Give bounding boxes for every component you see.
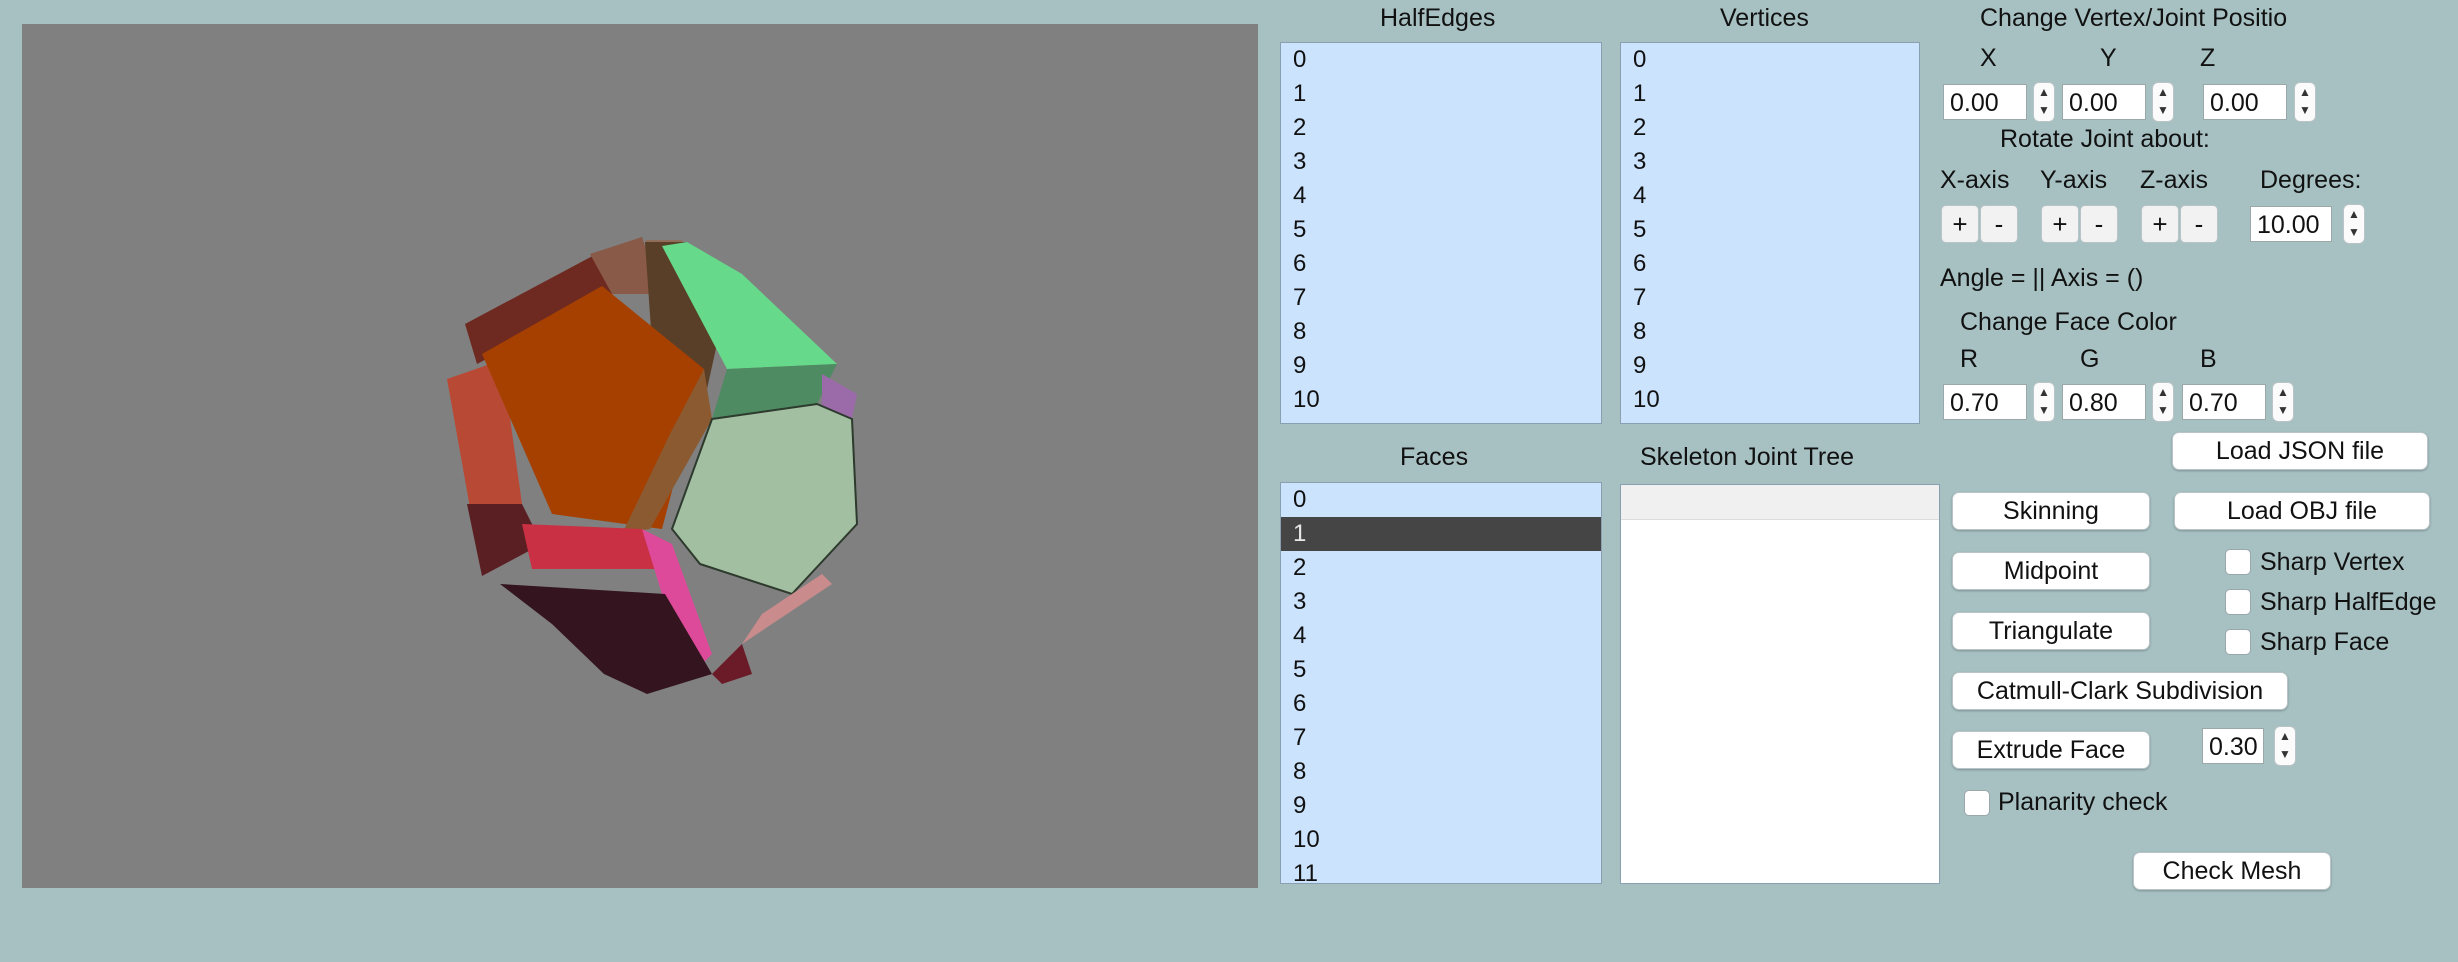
b-value[interactable]: 0.70 (2182, 384, 2266, 420)
mesh-viewport[interactable] (22, 24, 1258, 888)
z-axis-label: Z-axis (2140, 166, 2209, 194)
z-label: Z (2200, 44, 2216, 72)
planarity-check-checkbox[interactable] (1964, 790, 1990, 816)
triangulate-button[interactable]: Triangulate (1952, 612, 2150, 650)
faces-list[interactable]: 0 1 2 3 4 5 6 7 8 9 10 11 (1280, 482, 1602, 884)
sharp-halfedge-checkbox[interactable] (2225, 589, 2251, 615)
y-axis-label: Y-axis (2040, 166, 2108, 194)
degrees-stepper[interactable]: ▲ ▼ (2343, 204, 2365, 244)
faces-list-item[interactable]: 2 (1281, 551, 1601, 585)
vertices-list-item[interactable]: 8 (1621, 315, 1919, 349)
x-label: X (1980, 44, 1997, 72)
faces-list-item[interactable]: 3 (1281, 585, 1601, 619)
faces-title: Faces (1400, 443, 1469, 471)
rotate-x-plus-button[interactable]: + (1941, 205, 1979, 243)
vertices-list-item[interactable]: 2 (1621, 111, 1919, 145)
vertices-list-item[interactable]: 5 (1621, 213, 1919, 247)
halfedges-list[interactable]: 0 1 2 3 4 5 6 7 8 9 10 (1280, 42, 1602, 424)
faces-list-item[interactable]: 11 (1281, 857, 1601, 883)
b-stepper[interactable]: ▲ ▼ (2272, 382, 2294, 422)
halfedges-list-item[interactable]: 5 (1281, 213, 1601, 247)
sharp-vertex-label: Sharp Vertex (2260, 548, 2405, 576)
dodecahedron-mesh (447, 237, 859, 694)
rotate-z-minus-button[interactable]: - (2180, 205, 2218, 243)
planarity-check-clip: Planarity check (1998, 788, 2180, 817)
check-mesh-button[interactable]: Check Mesh (2133, 852, 2331, 890)
faces-list-item[interactable]: 5 (1281, 653, 1601, 687)
halfedges-title: HalfEdges (1380, 4, 1496, 32)
degrees-value[interactable]: 10.00 (2250, 206, 2332, 242)
skeleton-joint-tree[interactable] (1620, 484, 1940, 884)
vertices-list-item[interactable]: 1 (1621, 77, 1919, 111)
vertex-position-title: Change Vertex/Joint Positio (1980, 4, 2288, 32)
g-label: G (2080, 345, 2100, 373)
faces-list-item[interactable]: 0 (1281, 483, 1601, 517)
degrees-label: Degrees: (2260, 166, 2362, 194)
mesh-face (712, 644, 752, 684)
faces-list-item[interactable]: 6 (1281, 687, 1601, 721)
extrude-amount-value[interactable]: 0.30 (2202, 728, 2264, 764)
rotate-joint-title: Rotate Joint about: (2000, 125, 2210, 153)
halfedges-list-item[interactable]: 1 (1281, 77, 1601, 111)
rotate-z-plus-button[interactable]: + (2141, 205, 2179, 243)
halfedges-list-item[interactable]: 0 (1281, 43, 1601, 77)
z-position-stepper[interactable]: ▲ ▼ (2294, 82, 2316, 122)
g-value[interactable]: 0.80 (2062, 384, 2146, 420)
load-json-button[interactable]: Load JSON file (2172, 432, 2428, 470)
y-position-value[interactable]: 0.00 (2062, 84, 2146, 120)
rotate-y-minus-button[interactable]: - (2080, 205, 2118, 243)
z-position-value[interactable]: 0.00 (2203, 84, 2287, 120)
b-label: B (2200, 345, 2217, 373)
vertices-list-item[interactable]: 7 (1621, 281, 1919, 315)
x-position-stepper[interactable]: ▲ ▼ (2033, 82, 2055, 122)
vertices-list-item[interactable]: 4 (1621, 179, 1919, 213)
faces-list-item[interactable]: 10 (1281, 823, 1601, 857)
r-stepper[interactable]: ▲ ▼ (2033, 382, 2055, 422)
r-label: R (1960, 345, 1979, 373)
skeleton-tree-header (1621, 485, 1939, 520)
load-obj-button[interactable]: Load OBJ file (2174, 492, 2430, 530)
catmull-clark-button[interactable]: Catmull-Clark Subdivision (1952, 672, 2288, 710)
skeleton-title: Skeleton Joint Tree (1640, 443, 1855, 471)
vertices-list-item[interactable]: 9 (1621, 349, 1919, 383)
faces-list-item[interactable]: 7 (1281, 721, 1601, 755)
extrude-face-button[interactable]: Extrude Face (1952, 731, 2150, 769)
sharp-face-label: Sharp Face (2260, 628, 2390, 656)
halfedges-list-item[interactable]: 9 (1281, 349, 1601, 383)
halfedges-list-item[interactable]: 10 (1281, 383, 1601, 417)
faces-list-item[interactable]: 8 (1281, 755, 1601, 789)
midpoint-button[interactable]: Midpoint (1952, 552, 2150, 590)
halfedges-list-item[interactable]: 7 (1281, 281, 1601, 315)
halfedges-list-item[interactable]: 2 (1281, 111, 1601, 145)
g-stepper[interactable]: ▲ ▼ (2152, 382, 2174, 422)
halfedges-list-item[interactable]: 4 (1281, 179, 1601, 213)
y-label: Y (2100, 44, 2117, 72)
x-position-value[interactable]: 0.00 (1943, 84, 2027, 120)
x-axis-label: X-axis (1940, 166, 2010, 194)
faces-list-item[interactable]: 4 (1281, 619, 1601, 653)
faces-list-item[interactable]: 9 (1281, 789, 1601, 823)
vertices-list[interactable]: 0 1 2 3 4 5 6 7 8 9 10 (1620, 42, 1920, 424)
faces-list-item[interactable]: 1 (1281, 517, 1601, 551)
r-value[interactable]: 0.70 (1943, 384, 2027, 420)
y-position-stepper[interactable]: ▲ ▼ (2152, 82, 2174, 122)
halfedges-list-item[interactable]: 6 (1281, 247, 1601, 281)
sharp-halfedge-label: Sharp HalfEdge (2260, 588, 2437, 616)
vertices-list-item[interactable]: 0 (1621, 43, 1919, 77)
angle-axis-readout: Angle = || Axis = () (1940, 264, 2144, 292)
halfedges-list-item[interactable]: 8 (1281, 315, 1601, 349)
rotate-x-minus-button[interactable]: - (1980, 205, 2018, 243)
planarity-check-label: Planarity check (1998, 788, 2168, 816)
vertices-list-item[interactable]: 3 (1621, 145, 1919, 179)
skinning-button[interactable]: Skinning (1952, 492, 2150, 530)
extrude-amount-stepper[interactable]: ▲ ▼ (2274, 726, 2296, 766)
vertices-list-item[interactable]: 10 (1621, 383, 1919, 417)
sharp-face-checkbox[interactable] (2225, 629, 2251, 655)
vertices-title: Vertices (1720, 4, 1809, 32)
halfedges-list-item[interactable]: 3 (1281, 145, 1601, 179)
rotate-y-plus-button[interactable]: + (2041, 205, 2079, 243)
face-color-title: Change Face Color (1960, 308, 2177, 336)
sharp-vertex-checkbox[interactable] (2225, 549, 2251, 575)
vertices-list-item[interactable]: 6 (1621, 247, 1919, 281)
